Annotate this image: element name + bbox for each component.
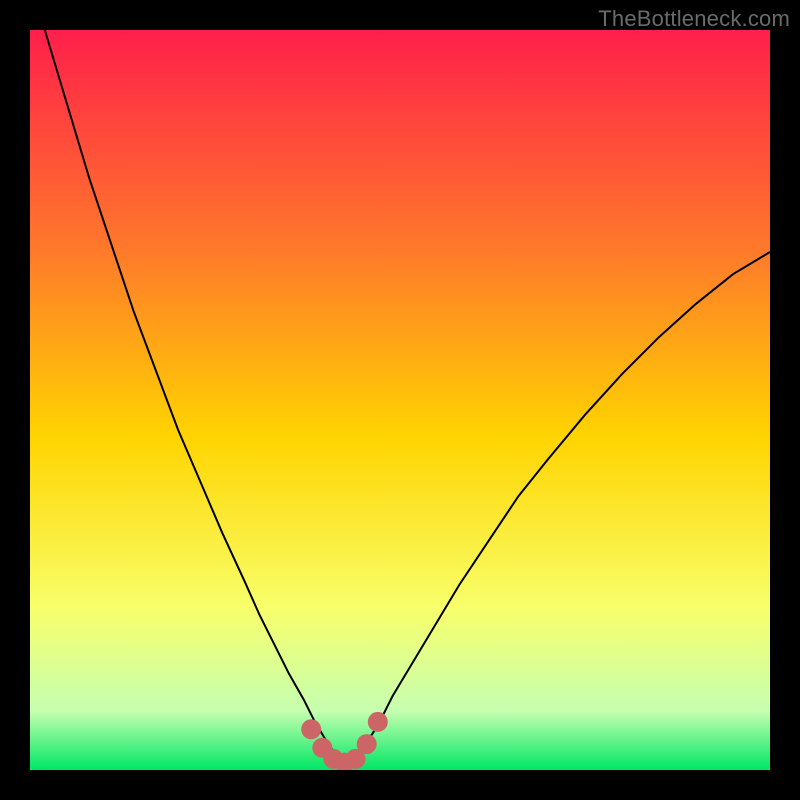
marker-dot [368, 712, 388, 732]
watermark-text: TheBottleneck.com [598, 6, 790, 32]
plot-area [30, 30, 770, 770]
chart-svg [30, 30, 770, 770]
marker-dot [301, 719, 321, 739]
marker-dot [357, 734, 377, 754]
gradient-background [30, 30, 770, 770]
outer-frame: TheBottleneck.com [0, 0, 800, 800]
